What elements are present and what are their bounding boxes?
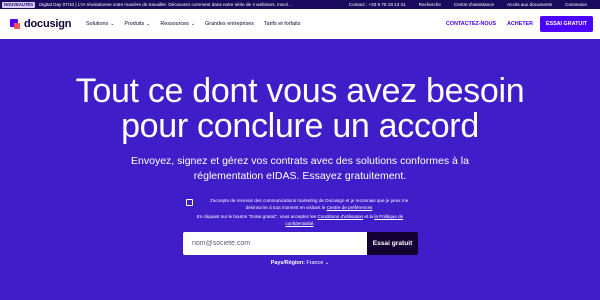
nav-tarifs-label: Tarifs et forfaits — [263, 21, 301, 27]
marketing-consent: J'accepte de recevoir des communications… — [186, 198, 426, 211]
consent-checkbox[interactable] — [186, 199, 193, 206]
logo-text: docusign — [24, 18, 72, 30]
contact-phone-link[interactable]: Contact : +33 9 75 18 13 31 — [349, 2, 406, 7]
buy-button[interactable]: ACHETER — [500, 21, 540, 27]
nav-produits[interactable]: Produits ⌄ — [124, 21, 150, 27]
search-link[interactable]: Recherche — [419, 2, 441, 7]
nav-grandes-entreprises[interactable]: Grandes entreprises — [205, 21, 254, 27]
hero-subtitle-line1: Envoyez, signez et gérez vos contrats av… — [131, 155, 469, 167]
region-dropdown[interactable]: France ⌄ — [306, 260, 329, 266]
hero-subtitle: Envoyez, signez et gérez vos contrats av… — [0, 154, 600, 183]
preference-center-link[interactable]: Centre de préférences — [327, 205, 373, 210]
site-header: docusign Solutions ⌄ Produits ⌄ Ressourc… — [0, 9, 600, 39]
nav-produits-label: Produits — [124, 21, 145, 27]
contact-us-button[interactable]: CONTACTEZ-NOUS — [442, 21, 500, 27]
region-value: France — [306, 260, 324, 266]
chevron-down-icon: ⌄ — [190, 21, 196, 27]
free-trial-submit-button[interactable]: Essai gratuit — [367, 232, 418, 255]
hero-title-line2: pour conclure un accord — [121, 107, 479, 145]
logo-icon — [10, 19, 22, 29]
consent-text-line2: désinscrire à tout moment en visitant le — [245, 204, 327, 210]
header-actions: CONTACTEZ-NOUS ACHETER ESSAI GRATUIT — [442, 16, 600, 32]
docusign-logo[interactable]: docusign — [10, 18, 78, 30]
chevron-down-icon: ⌄ — [324, 260, 330, 266]
terms-suffix: . — [313, 220, 315, 226]
region-selector: Pays/Région: France ⌄ — [0, 260, 600, 266]
email-field[interactable] — [183, 232, 367, 255]
consent-text: J'accepte de recevoir des communications… — [205, 198, 413, 211]
trial-signup-form: Essai gratuit — [183, 232, 418, 255]
terms-of-use-link[interactable]: Conditions d'utilisation — [318, 214, 364, 219]
main-nav: Solutions ⌄ Produits ⌄ Ressources ⌄ Gran… — [86, 21, 300, 27]
region-label: Pays/Région: — [270, 260, 305, 266]
terms-notice: En cliquant sur le bouton "Essai gratuit… — [183, 214, 417, 227]
hero-title: Tout ce dont vous avez besoin pour concl… — [0, 74, 600, 144]
nav-tarifs[interactable]: Tarifs et forfaits — [264, 21, 301, 27]
hero-subtitle-line2: réglementation eIDAS. Essayez gratuiteme… — [193, 169, 407, 182]
help-center-link[interactable]: Centre d'assistance — [454, 2, 494, 7]
nav-solutions[interactable]: Solutions ⌄ — [86, 21, 114, 27]
chevron-down-icon: ⌄ — [110, 21, 115, 27]
announcement-bar: NOUVEAUTÉS Digital Day 07/10 | L'IA révo… — [0, 0, 600, 9]
terms-prefix: En cliquant sur le bouton "Essai gratuit… — [196, 214, 318, 219]
document-access-link[interactable]: Accès aux documents — [507, 2, 552, 7]
nav-solutions-label: Solutions — [86, 21, 109, 27]
chevron-down-icon: ⌄ — [146, 21, 151, 27]
nav-ressources[interactable]: Ressources ⌄ — [160, 21, 195, 27]
free-trial-button[interactable]: ESSAI GRATUIT — [540, 16, 593, 32]
hero-title-line1: Tout ce dont vous avez besoin — [75, 72, 525, 110]
login-link[interactable]: Connexion — [565, 2, 587, 7]
terms-middle: et la — [363, 214, 375, 219]
news-badge: NOUVEAUTÉS — [2, 1, 36, 8]
announcement-text[interactable]: Digital Day 07/10 | L'IA révolutionne vo… — [39, 2, 294, 7]
consent-text-line1: J'accepte de recevoir des communications… — [209, 198, 409, 203]
nav-ressources-label: Ressources — [160, 21, 189, 27]
nav-grandes-entreprises-label: Grandes entreprises — [205, 21, 254, 27]
utility-links: Contact : +33 9 75 18 13 31 Recherche Ce… — [349, 2, 600, 7]
